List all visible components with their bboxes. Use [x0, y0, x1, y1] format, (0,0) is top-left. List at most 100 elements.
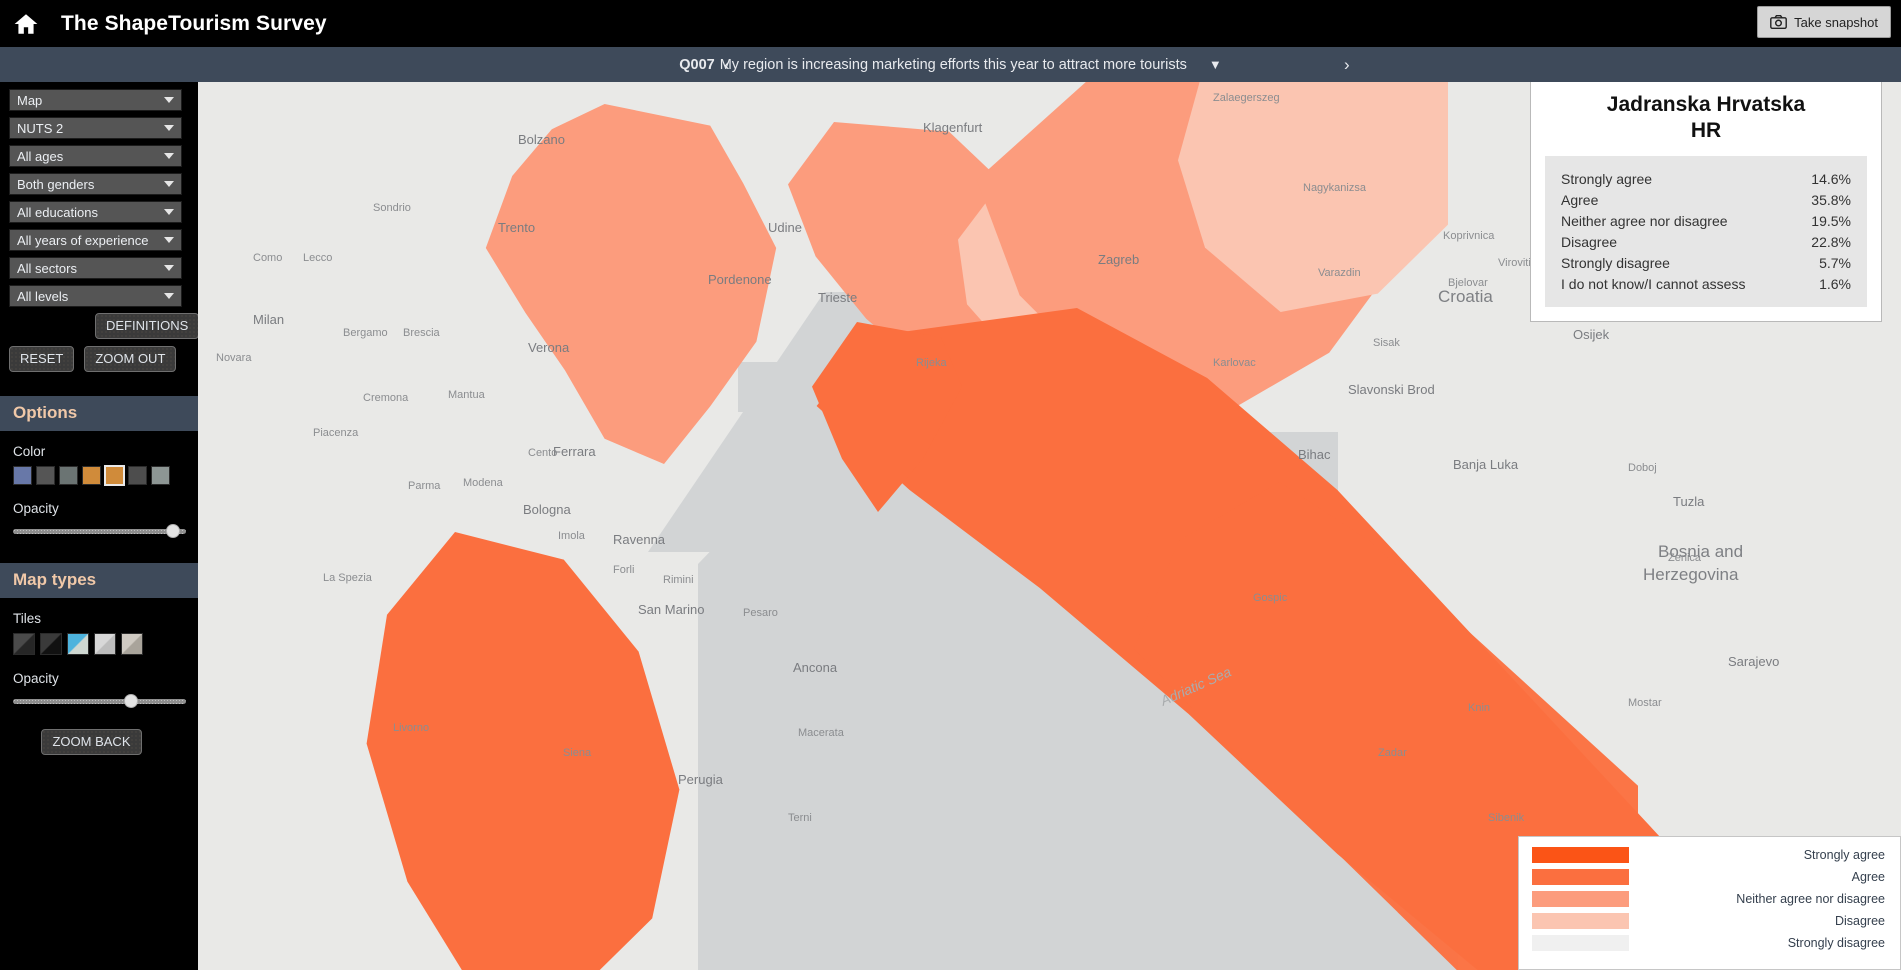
color-swatch[interactable] — [82, 466, 101, 485]
legend-item: Agree — [1532, 869, 1887, 885]
response-value: 14.6% — [1811, 170, 1851, 187]
table-row: Strongly disagree 5.7% — [1561, 252, 1851, 273]
reset-zoom-row: RESET ZOOM OUT — [0, 346, 198, 372]
previous-question-button[interactable]: ‹ — [710, 56, 744, 73]
top-bar: The ShapeTourism Survey Take snapshot — [0, 0, 1901, 47]
select-view-type[interactable]: Map — [9, 89, 182, 111]
sidebar: Question Map NUTS 2 All ages Both gender… — [0, 47, 198, 970]
take-snapshot-button[interactable]: Take snapshot — [1757, 6, 1891, 38]
select-value: All ages — [17, 148, 64, 164]
response-value: 35.8% — [1811, 191, 1851, 208]
legend-swatch — [1532, 847, 1629, 863]
region-info-title: Jadranska Hrvatska HR — [1545, 92, 1867, 143]
chevron-down-icon — [164, 125, 174, 131]
question-text: Q007 My region is increasing marketing ef… — [679, 57, 1222, 73]
response-label: I do not know/I cannot assess — [1561, 275, 1746, 292]
table-row: Disagree 22.8% — [1561, 231, 1851, 252]
options-section: Options Color Opacity — [0, 396, 198, 539]
select-age-filter[interactable]: All ages — [9, 145, 182, 167]
slider-track — [13, 529, 186, 534]
select-value: Map — [17, 92, 43, 108]
response-label: Strongly agree — [1561, 170, 1653, 187]
page-title: The ShapeTourism Survey — [61, 11, 327, 35]
color-swatch[interactable] — [128, 466, 147, 485]
home-icon[interactable] — [13, 11, 39, 37]
tile-option-terrain[interactable] — [121, 633, 143, 655]
reset-button[interactable]: RESET — [9, 346, 75, 372]
response-value: 1.6% — [1819, 275, 1851, 292]
region-country-code: HR — [1690, 118, 1722, 142]
slider-knob[interactable] — [124, 694, 139, 708]
take-snapshot-label: Take snapshot — [1794, 14, 1878, 30]
response-value: 22.8% — [1811, 233, 1851, 250]
legend-item: Strongly agree — [1532, 847, 1887, 863]
color-swatch-selected[interactable] — [104, 465, 125, 486]
legend-item: Disagree — [1532, 913, 1887, 929]
legend-item: Neither agree nor disagree — [1532, 891, 1887, 907]
chevron-down-icon — [164, 265, 174, 271]
chevron-down-icon — [164, 97, 174, 103]
tile-option-light[interactable] — [94, 633, 116, 655]
color-swatch[interactable] — [36, 466, 55, 485]
maptypes-opacity-slider[interactable] — [13, 693, 186, 709]
color-swatch-group — [13, 465, 198, 486]
options-opacity-label: Opacity — [13, 501, 59, 516]
tile-option-watercolor[interactable] — [67, 633, 89, 655]
region-name: Jadranska Hrvatska — [1606, 93, 1806, 116]
zoom-back-row: ZOOM BACK — [13, 729, 198, 755]
select-gender-filter[interactable]: Both genders — [9, 173, 182, 195]
maptypes-section: Map types Tiles Opacity ZOOM BACK — [0, 563, 198, 755]
chevron-down-icon — [164, 181, 174, 187]
legend-label: Strongly agree — [1803, 848, 1885, 862]
region-info-panel: Jadranska Hrvatska HR Strongly agree 14.… — [1530, 78, 1882, 323]
camera-icon — [1770, 15, 1788, 29]
legend-swatch — [1532, 891, 1629, 907]
color-swatch[interactable] — [151, 466, 170, 485]
tile-option-black[interactable] — [40, 633, 62, 655]
definitions-row: DEFINITIONS — [0, 313, 198, 339]
color-label: Color — [13, 444, 46, 459]
tile-option-dark[interactable] — [13, 633, 35, 655]
select-value: All levels — [17, 288, 69, 304]
chevron-down-icon — [164, 293, 174, 299]
slider-knob[interactable] — [165, 524, 180, 538]
select-nuts-level[interactable]: NUTS 2 — [9, 117, 182, 139]
legend-swatch — [1532, 935, 1629, 951]
slider-track — [13, 699, 186, 704]
table-row: I do not know/I cannot assess 1.6% — [1561, 273, 1851, 294]
options-panel-header: Options — [0, 396, 198, 431]
legend-label: Disagree — [1834, 914, 1885, 928]
color-swatch[interactable] — [59, 466, 78, 485]
definitions-button[interactable]: DEFINITIONS — [95, 313, 198, 339]
zoom-out-button[interactable]: ZOOM OUT — [84, 346, 177, 372]
select-value: All educations — [17, 204, 98, 220]
zoom-back-button[interactable]: ZOOM BACK — [41, 729, 142, 755]
select-education-filter[interactable]: All educations — [9, 201, 182, 223]
response-label: Neither agree nor disagree — [1561, 212, 1728, 229]
select-level-filter[interactable]: All levels — [9, 285, 182, 307]
maptypes-opacity-label: Opacity — [13, 671, 59, 686]
table-row: Neither agree nor disagree 19.5% — [1561, 210, 1851, 231]
legend-item: Strongly disagree — [1532, 935, 1887, 951]
chevron-down-icon[interactable]: ▼ — [1209, 57, 1222, 72]
color-swatch[interactable] — [13, 466, 32, 485]
next-question-button[interactable]: › — [1330, 56, 1364, 73]
response-label: Disagree — [1561, 233, 1618, 250]
tiles-label: Tiles — [13, 611, 42, 626]
question-label: My region is increasing marketing effort… — [719, 56, 1187, 73]
chevron-down-icon — [164, 153, 174, 159]
legend-label: Agree — [1851, 870, 1885, 884]
chevron-down-icon — [164, 237, 174, 243]
select-value: NUTS 2 — [17, 120, 64, 136]
filter-selects: Map NUTS 2 All ages Both genders All edu… — [0, 82, 198, 307]
options-opacity-slider[interactable] — [13, 523, 186, 539]
response-value: 5.7% — [1819, 254, 1851, 271]
select-value: All years of experience — [17, 232, 149, 248]
map-legend: Strongly agree Agree Neither agree nor d… — [1518, 836, 1901, 970]
maptypes-panel-header: Map types — [0, 563, 198, 598]
response-label: Strongly disagree — [1561, 254, 1670, 271]
select-sector-filter[interactable]: All sectors — [9, 257, 182, 279]
legend-swatch — [1532, 913, 1629, 929]
select-value: Both genders — [17, 176, 95, 192]
select-experience-filter[interactable]: All years of experience — [9, 229, 182, 251]
